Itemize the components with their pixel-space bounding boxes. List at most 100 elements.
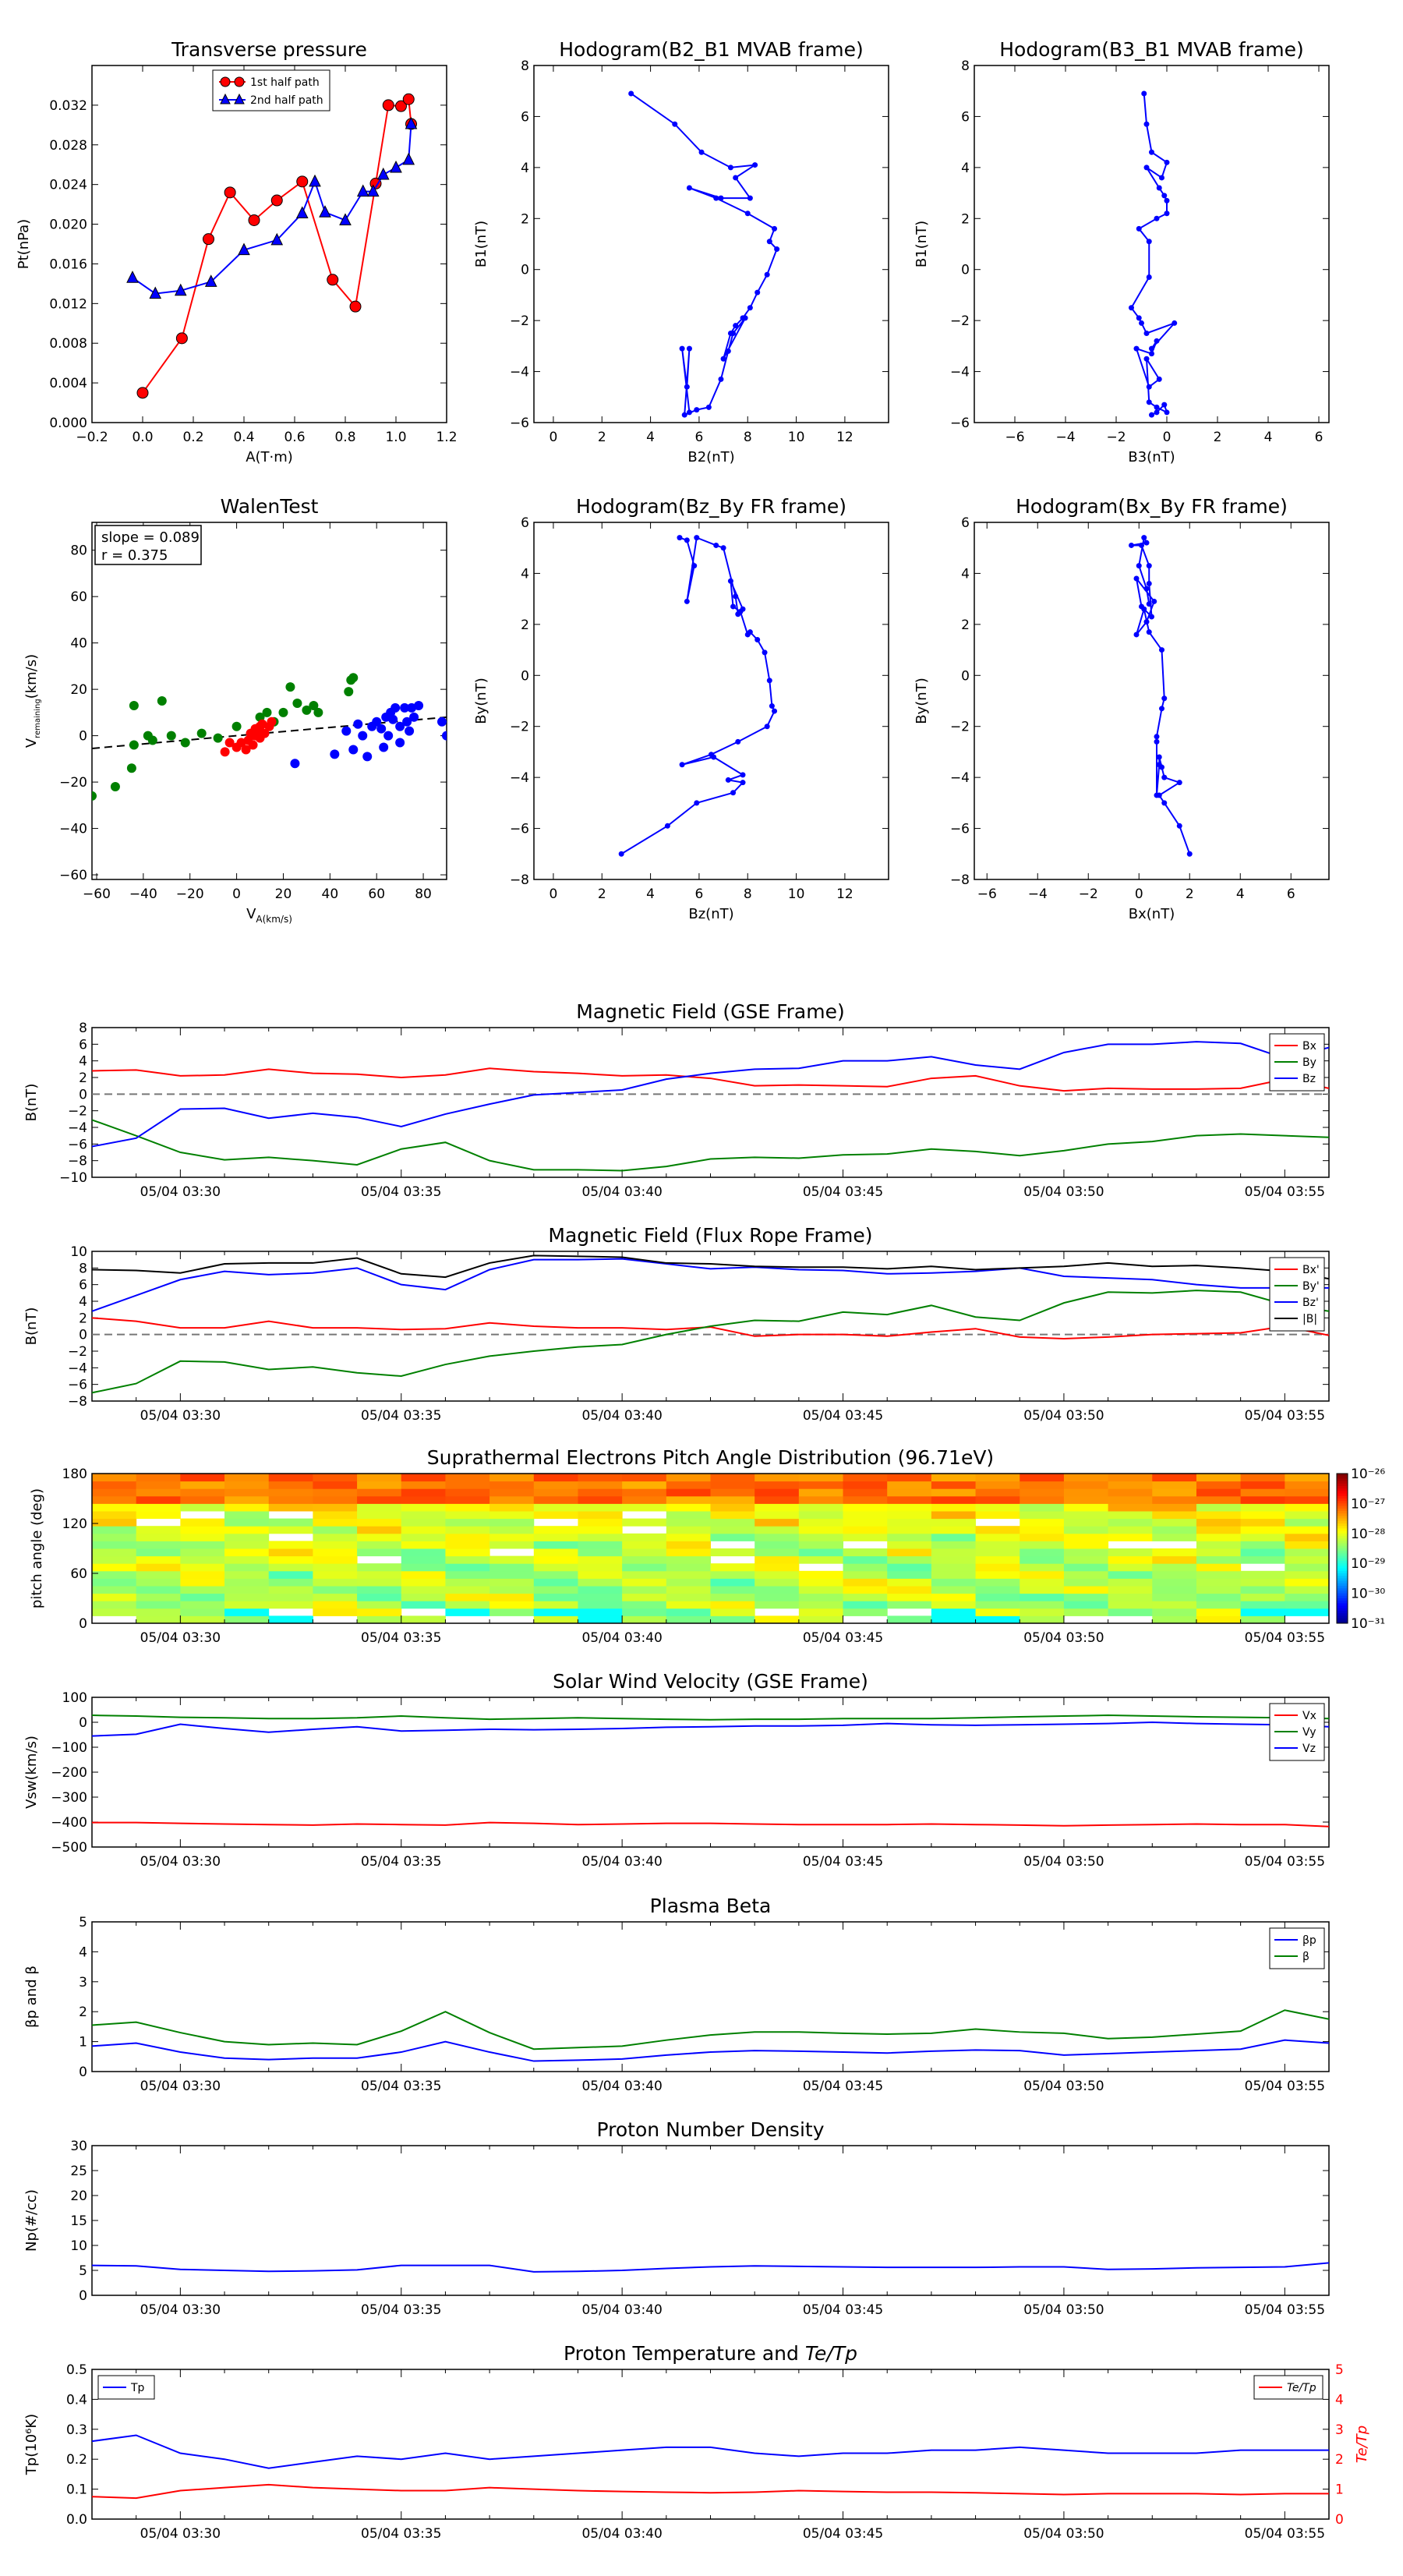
x-tick-label: 2 [598,430,606,445]
heatmap-cell [136,1488,181,1497]
heatmap-cell [1196,1495,1242,1504]
heatmap-cell [887,1563,932,1572]
heatmap-cell [843,1518,888,1527]
heatmap-cell [843,1555,888,1564]
heatmap-cell [1063,1533,1109,1541]
y-right-tick-label: 3 [1335,2422,1344,2438]
data-point [1133,345,1140,352]
y-axis-label: Vremaining(km/s) [23,654,42,748]
y-tick-label: 6 [961,109,970,125]
heatmap-cell [1196,1526,1242,1534]
heatmap-cell [887,1570,932,1579]
heatmap-cell [357,1563,402,1572]
heatmap-cell [489,1533,535,1541]
legend: Bx By Bz [1269,1033,1325,1092]
heatmap-cell [1020,1511,1065,1520]
x-tick-label: 6 [1315,430,1323,445]
data-point [677,535,683,541]
y-tick-label: 20 [70,682,87,698]
y-tick-label: 40 [70,636,87,652]
data-point [705,404,712,410]
chart-title: Magnetic Field (GSE Frame) [576,1000,844,1023]
heatmap-cell [136,1533,181,1541]
data-point [686,409,692,416]
heatmap-cell [489,1555,535,1564]
heatmap-cell [1240,1495,1285,1504]
heatmap-cell [313,1488,358,1497]
heatmap-cell [755,1555,800,1564]
colorbar-step [1337,1595,1348,1599]
heatmap-cell [622,1481,667,1489]
y-tick-label: 0.1 [66,2482,87,2498]
heatmap-cell [313,1541,358,1549]
y-tick-label: 6 [521,109,529,125]
chart-title: Plasma Beta [650,1895,772,1917]
x-axis-label: Bz(nT) [688,906,733,922]
heatmap-cell [578,1563,623,1572]
data-point [1149,345,1154,352]
heatmap-cell [180,1586,225,1594]
heatmap-cell [357,1541,402,1549]
heatmap-cell [666,1615,711,1624]
heatmap-cell [313,1555,358,1564]
y-axis-label: By(nT) [914,678,930,724]
chart-title: Magnetic Field (Flux Rope Frame) [548,1224,872,1247]
heatmap-cell [578,1481,623,1489]
heatmap-cell [180,1503,225,1512]
x-tick-label: −60 [83,886,111,902]
heatmap-cell [1020,1608,1065,1616]
heatmap-cell [578,1586,623,1594]
data-point [248,214,260,226]
heatmap-cell [268,1541,313,1549]
heatmap-cell [1063,1495,1109,1504]
heatmap-cell [975,1474,1020,1482]
x-tick-label: −6 [977,886,997,902]
data-point [1133,575,1140,582]
heatmap-cell [401,1503,446,1512]
legend-label: Bz [1302,1073,1316,1085]
heatmap-cell [268,1518,313,1527]
heatmap-cell [180,1593,225,1601]
heatmap-cell [313,1503,358,1512]
heatmap-cell [975,1563,1020,1572]
heatmap-cell [445,1608,490,1616]
data-point [1149,412,1154,418]
x-tick-label: 05/04 03:55 [1245,2526,1325,2542]
heatmap-cell [1108,1481,1153,1489]
heatmap-cell [1196,1563,1242,1572]
heatmap-cell [755,1481,800,1489]
y-tick-label: 60 [70,1566,87,1582]
x-axis-label: A(T·m) [246,449,293,465]
heatmap-cell [975,1578,1020,1587]
heatmap-cell [755,1526,800,1534]
colorbar-step [1337,1493,1348,1497]
heatmap-cell [1108,1608,1153,1616]
legend-label: Bx' [1302,1264,1320,1276]
hodogram-bxby-chart: Hodogram(Bx_By FR frame) −6 −4 −2 0 2 4 6 −8 −6 −4… [914,495,1330,922]
data-point [1146,629,1152,635]
data-point [684,598,690,604]
heatmap-cell [1020,1533,1065,1541]
colorbar-step [1337,1580,1348,1584]
heatmap-cell [755,1548,800,1557]
x-tick-label: 6 [1287,886,1295,902]
heatmap-cell [1196,1511,1242,1520]
colorbar-step [1337,1603,1348,1607]
x-tick-label: 0 [550,886,558,902]
x-tick-label: 05/04 03:35 [361,2079,441,2094]
y-tick-label: 6 [79,1278,87,1293]
heatmap-cell [578,1503,623,1512]
heatmap-cell [622,1555,667,1564]
heatmap-cell [136,1586,181,1594]
heatmap-cell [1196,1533,1242,1541]
heatmap-cell [1152,1495,1197,1504]
x-tick-label: −40 [129,886,157,902]
chart-title: Proton Temperature and Te/Tp [564,2342,857,2365]
heatmap-cell [755,1541,800,1549]
heatmap-cell [887,1518,932,1527]
heatmap-cell [489,1495,535,1504]
heatmap-cell [533,1608,578,1616]
heatmap-cell [401,1548,446,1557]
heatmap-cell [92,1533,137,1541]
heatmap-cell [1285,1578,1330,1587]
